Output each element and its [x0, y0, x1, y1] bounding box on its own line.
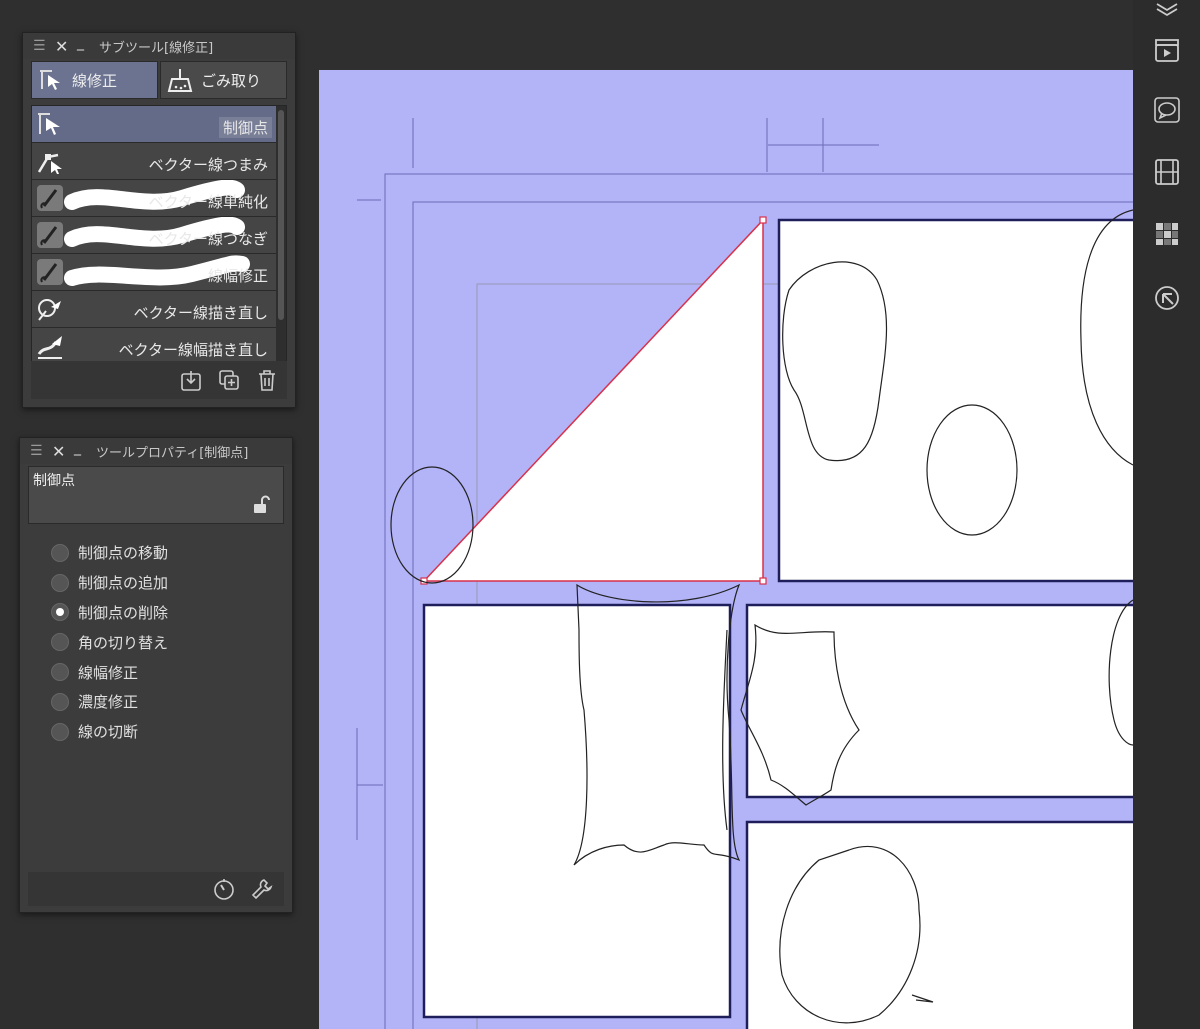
trash-icon[interactable] — [255, 368, 279, 392]
option-label: 制御点の移動 — [78, 544, 169, 563]
control-point-arrow-icon — [38, 113, 60, 135]
download-icon[interactable] — [179, 368, 203, 392]
layers-icon[interactable] — [1153, 0, 1181, 20]
subtool-item-label: ベクター線描き直し — [133, 304, 268, 322]
property-header-label: 制御点 — [33, 473, 75, 489]
subtool-item-vector-join[interactable]: ベクター線つなぎ — [32, 217, 276, 254]
property-title: ツールプロパティ[制御点] — [96, 445, 249, 461]
panel-menu-icon[interactable]: ☰ — [30, 443, 44, 459]
frame-bottom-left[interactable] — [422, 603, 732, 1019]
dial-icon[interactable] — [212, 877, 236, 901]
subtool-item-control-point[interactable]: 制御点 — [32, 106, 276, 143]
subtool-item-vector-redraw[interactable]: ベクター線描き直し — [32, 291, 276, 328]
property-footer — [28, 872, 284, 906]
dustpan-icon — [167, 69, 193, 92]
subtool-panel: ☰ ✕ _ サブツール[線修正] 線修正 ごみ取り 制御点 ベクター線つまみ ベ… — [22, 32, 296, 408]
property-titlebar[interactable]: ☰ ✕ _ ツールプロパティ[制御点] — [20, 438, 292, 464]
subtool-item-label: 線幅修正 — [207, 267, 268, 285]
subtool-titlebar[interactable]: ☰ ✕ _ サブツール[線修正] — [23, 33, 295, 59]
close-icon[interactable]: ✕ — [55, 37, 69, 56]
subtool-footer — [31, 361, 287, 399]
subtool-list-scrollbar[interactable] — [278, 110, 284, 320]
subtool-item-label: ベクター線つまみ — [148, 156, 268, 174]
subtool-item-vector-simplify[interactable]: ベクター線単純化 — [32, 180, 276, 217]
frame-bottom-right[interactable] — [745, 820, 1133, 1029]
unlock-icon[interactable] — [251, 495, 271, 515]
wrench-icon[interactable] — [250, 877, 274, 901]
redraw-line-icon — [38, 299, 61, 321]
option-cut-line[interactable]: 線の切断 — [20, 717, 292, 747]
option-toggle-corner[interactable]: 角の切り替え — [20, 627, 292, 657]
redraw-width-icon — [37, 336, 62, 359]
option-label: 制御点の追加 — [78, 574, 169, 593]
frame-middle-right[interactable] — [745, 603, 1133, 799]
subtool-item-label: ベクター線幅描き直し — [118, 341, 268, 359]
subtool-list: 制御点 ベクター線つまみ ベクター線単純化 ベクター線つなぎ 線幅修正 ベクター… — [31, 105, 287, 365]
right-toolbar — [1133, 0, 1200, 1029]
property-header: 制御点 — [28, 466, 284, 524]
brush-stroke-icon — [37, 222, 63, 248]
radio-button[interactable] — [51, 722, 69, 741]
radio-button[interactable] — [51, 663, 69, 682]
frame-top-right[interactable] — [777, 218, 1133, 583]
radio-button[interactable] — [51, 633, 69, 652]
clapperboard-icon[interactable] — [1153, 36, 1181, 64]
subtool-item-label: 制御点 — [218, 117, 272, 138]
vector-pinch-icon — [37, 153, 62, 174]
minimize-icon[interactable]: _ — [74, 440, 88, 456]
option-label: 線の切断 — [78, 723, 139, 742]
option-label: 制御点の削除 — [78, 603, 169, 622]
speech-balloon-icon[interactable] — [1153, 96, 1181, 124]
control-point-arrow-icon — [40, 70, 60, 90]
subtool-title: サブツール[線修正] — [99, 40, 214, 56]
tab-line-correction[interactable]: 線修正 — [31, 61, 158, 99]
duplicate-icon[interactable] — [217, 368, 241, 392]
option-delete-control-point[interactable]: 制御点の削除 — [20, 598, 292, 628]
panel-menu-icon[interactable]: ☰ — [33, 38, 47, 54]
option-line-width[interactable]: 線幅修正 — [20, 657, 292, 687]
option-density[interactable]: 濃度修正 — [20, 687, 292, 717]
navigator-icon[interactable] — [1153, 284, 1181, 312]
option-move-control-point[interactable]: 制御点の移動 — [20, 538, 292, 568]
property-options: 制御点の移動 制御点の追加 制御点の削除 角の切り替え 線幅修正 濃度修正 線の… — [20, 538, 292, 747]
brush-stroke-icon — [37, 259, 63, 285]
close-icon[interactable]: ✕ — [52, 442, 66, 461]
option-label: 角の切り替え — [78, 633, 169, 652]
option-label: 線幅修正 — [78, 663, 139, 682]
subtool-item-line-width[interactable]: 線幅修正 — [32, 254, 276, 291]
option-label: 濃度修正 — [78, 693, 139, 712]
radio-button[interactable] — [51, 573, 69, 592]
tool-property-panel: ☰ ✕ _ ツールプロパティ[制御点] 制御点 制御点の移動 制御点の追加 制御… — [19, 437, 293, 913]
subtool-item-label: ベクター線単純化 — [148, 193, 268, 211]
radio-button[interactable] — [51, 603, 69, 622]
subtool-item-label: ベクター線つなぎ — [148, 230, 268, 248]
film-icon[interactable] — [1153, 158, 1181, 186]
subtool-item-vector-pinch[interactable]: ベクター線つまみ — [32, 143, 276, 180]
tab-label: 線修正 — [72, 71, 118, 90]
minimize-icon[interactable]: _ — [77, 35, 91, 51]
option-add-control-point[interactable]: 制御点の追加 — [20, 568, 292, 598]
manga-canvas[interactable] — [319, 70, 1133, 1029]
tab-label: ごみ取り — [201, 71, 262, 90]
radio-button[interactable] — [51, 692, 69, 711]
subtool-item-vector-width-redraw[interactable]: ベクター線幅描き直し — [32, 328, 276, 365]
radio-button[interactable] — [51, 543, 69, 562]
tab-dust-removal[interactable]: ごみ取り — [160, 61, 287, 99]
brush-stroke-icon — [37, 185, 63, 211]
grid-color-icon[interactable] — [1153, 220, 1181, 248]
